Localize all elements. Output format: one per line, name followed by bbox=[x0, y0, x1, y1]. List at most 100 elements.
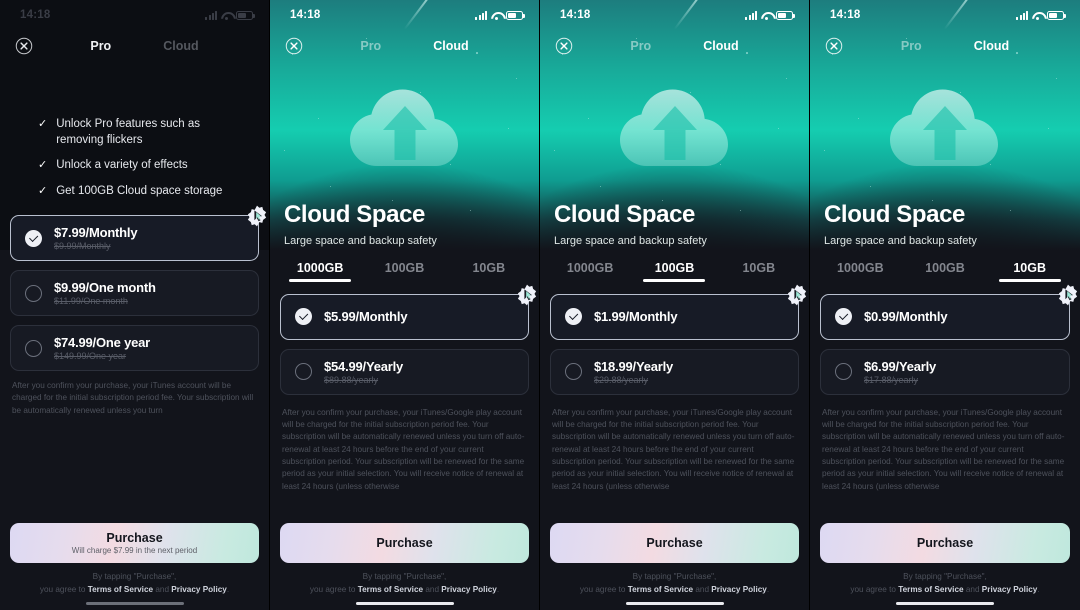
plan-price: $6.99/Yearly bbox=[864, 358, 937, 374]
storage-tab-1000gb[interactable]: 1000GB bbox=[278, 261, 362, 282]
plan-text: $5.99/Monthly bbox=[324, 309, 408, 324]
cloud-100gb-panel: 14:18 Pro Cloud Cloud Space Large space and… bbox=[540, 0, 810, 610]
home-indicator bbox=[85, 601, 184, 605]
radio-unchecked-icon[interactable] bbox=[295, 363, 312, 381]
pro-feature-list: ✓ Unlock Pro features such as removing fl… bbox=[0, 117, 269, 199]
plan-option-list: $7.99/Monthly $9.99/Monthly $9.99/One mon… bbox=[0, 205, 269, 372]
privacy-policy-link[interactable]: Privacy Policy bbox=[441, 585, 497, 594]
hero-title: Cloud Space bbox=[554, 201, 695, 228]
storage-tab-10gb[interactable]: 10GB bbox=[987, 261, 1072, 282]
radio-checked-icon[interactable] bbox=[25, 229, 42, 247]
home-indicator bbox=[896, 601, 994, 605]
purchase-button[interactable]: Purchase Will charge $7.99 in the next pe… bbox=[10, 523, 259, 564]
nav-tab-group: Pro Cloud bbox=[574, 39, 795, 53]
terms-of-service-link[interactable]: Terms of Service bbox=[628, 585, 693, 594]
plan-price: $7.99/Monthly bbox=[54, 225, 138, 241]
agreement-line-1: By tapping "Purchase", bbox=[92, 572, 177, 582]
plan-text: $18.99/Yearly $29.88/yearly bbox=[594, 359, 673, 385]
hero-title: Cloud Space bbox=[284, 201, 425, 228]
top-nav-bar: Pro Cloud bbox=[270, 30, 539, 62]
storage-tab-100gb[interactable]: 100GB bbox=[903, 261, 988, 282]
storage-tab-10gb[interactable]: 10GB bbox=[447, 261, 531, 282]
terms-of-service-link[interactable]: Terms of Service bbox=[358, 585, 423, 594]
status-bar-time: 14:18 bbox=[290, 9, 321, 21]
check-icon: ✓ bbox=[38, 159, 48, 172]
plan-option[interactable]: $54.99/Yearly $89.88/yearly bbox=[280, 348, 529, 395]
nav-tab-cloud[interactable]: Cloud bbox=[703, 39, 738, 53]
plan-option[interactable]: $0.99/Monthly bbox=[820, 284, 1078, 340]
nav-tab-pro[interactable]: Pro bbox=[901, 39, 922, 53]
decor-star bbox=[824, 150, 825, 151]
nav-tab-pro[interactable]: Pro bbox=[630, 39, 651, 53]
plan-text: $9.99/One month $11.99/One month bbox=[54, 280, 156, 306]
cursor-pointer-icon bbox=[786, 284, 808, 306]
storage-tab-10gb[interactable]: 10GB bbox=[717, 261, 801, 282]
storage-tab-1000gb[interactable]: 1000GB bbox=[818, 261, 903, 282]
close-icon[interactable] bbox=[14, 36, 34, 56]
legal-disclaimer: After you confirm your purchase, your iT… bbox=[12, 381, 254, 415]
home-indicator bbox=[355, 601, 454, 605]
nav-tab-cloud[interactable]: Cloud bbox=[163, 39, 198, 53]
plan-option[interactable]: $5.99/Monthly bbox=[280, 284, 537, 340]
purchase-button[interactable]: Purchase bbox=[550, 523, 799, 564]
terms-of-service-link[interactable]: Terms of Service bbox=[898, 585, 963, 594]
plan-option[interactable]: $1.99/Monthly bbox=[550, 284, 807, 340]
hero-text-block: Cloud Space Large space and backup safety bbox=[270, 201, 539, 247]
agreement-text: By tapping "Purchase", you agree to Terms… bbox=[10, 571, 259, 596]
close-icon[interactable] bbox=[284, 36, 304, 56]
cloud-10gb-panel: 14:18 Pro Cloud Cloud Space Large space and… bbox=[810, 0, 1080, 610]
agreement-suffix: . bbox=[496, 584, 500, 594]
cloud-upload-icon bbox=[611, 78, 739, 170]
decor-star bbox=[1056, 78, 1058, 80]
storage-tab-100gb[interactable]: 100GB bbox=[632, 261, 716, 282]
plan-option[interactable]: $7.99/Monthly $9.99/Monthly bbox=[10, 205, 267, 262]
purchase-button-label: Purchase bbox=[376, 536, 433, 551]
nav-tab-cloud[interactable]: Cloud bbox=[433, 39, 468, 53]
plan-price: $1.99/Monthly bbox=[594, 309, 678, 325]
nav-tab-pro[interactable]: Pro bbox=[360, 39, 381, 53]
decor-star bbox=[318, 118, 320, 120]
agreement-conjunction: and bbox=[153, 584, 172, 594]
privacy-policy-link[interactable]: Privacy Policy bbox=[171, 585, 227, 594]
plan-option[interactable]: $74.99/One year $149.99/One year bbox=[10, 325, 259, 372]
terms-of-service-link[interactable]: Terms of Service bbox=[88, 585, 153, 594]
cellular-signal-icon bbox=[205, 10, 217, 20]
status-bar-time: 14:18 bbox=[20, 9, 51, 21]
plan-option[interactable]: $6.99/Yearly $17.88/yearly bbox=[820, 348, 1070, 395]
close-icon[interactable] bbox=[824, 36, 844, 56]
storage-tab-1000gb[interactable]: 1000GB bbox=[548, 261, 632, 282]
purchase-section: Purchase By tapping "Purchase", you agree … bbox=[540, 523, 809, 596]
plan-option[interactable]: $9.99/One month $11.99/One month bbox=[10, 270, 259, 317]
agreement-conjunction: and bbox=[963, 584, 982, 594]
decor-star bbox=[786, 78, 788, 80]
storage-size-tab-group: 1000GB 100GB 10GB bbox=[540, 261, 809, 282]
privacy-policy-link[interactable]: Privacy Policy bbox=[711, 585, 767, 594]
decor-star bbox=[516, 78, 518, 80]
plan-original-price: $11.99/One month bbox=[54, 296, 128, 307]
radio-checked-icon[interactable] bbox=[835, 308, 852, 326]
radio-checked-icon[interactable] bbox=[565, 308, 582, 326]
radio-checked-icon[interactable] bbox=[295, 308, 312, 326]
plan-option[interactable]: $18.99/Yearly $29.88/yearly bbox=[550, 348, 799, 395]
agreement-suffix: . bbox=[226, 584, 230, 594]
storage-tab-100gb[interactable]: 100GB bbox=[362, 261, 446, 282]
radio-unchecked-icon[interactable] bbox=[25, 339, 42, 357]
decor-star bbox=[870, 186, 871, 187]
privacy-policy-link[interactable]: Privacy Policy bbox=[982, 585, 1038, 594]
agreement-prefix: you agree to bbox=[850, 584, 899, 594]
purchase-button[interactable]: Purchase bbox=[820, 523, 1070, 564]
cloud-upload-icon bbox=[341, 78, 469, 170]
nav-tab-cloud[interactable]: Cloud bbox=[974, 39, 1009, 53]
purchase-button[interactable]: Purchase bbox=[280, 523, 529, 564]
radio-unchecked-icon[interactable] bbox=[835, 363, 852, 381]
wifi-icon bbox=[221, 11, 232, 20]
plan-price: $54.99/Yearly bbox=[324, 358, 404, 374]
radio-unchecked-icon[interactable] bbox=[565, 363, 582, 381]
radio-unchecked-icon[interactable] bbox=[25, 284, 42, 302]
home-indicator bbox=[625, 601, 724, 605]
agreement-prefix: you agree to bbox=[309, 584, 358, 594]
decor-star bbox=[1048, 128, 1050, 130]
plan-option-list: $5.99/Monthly $54.99/Yearly $89.88/yearly bbox=[270, 284, 539, 395]
close-icon[interactable] bbox=[554, 36, 574, 56]
nav-tab-pro[interactable]: Pro bbox=[90, 39, 111, 53]
